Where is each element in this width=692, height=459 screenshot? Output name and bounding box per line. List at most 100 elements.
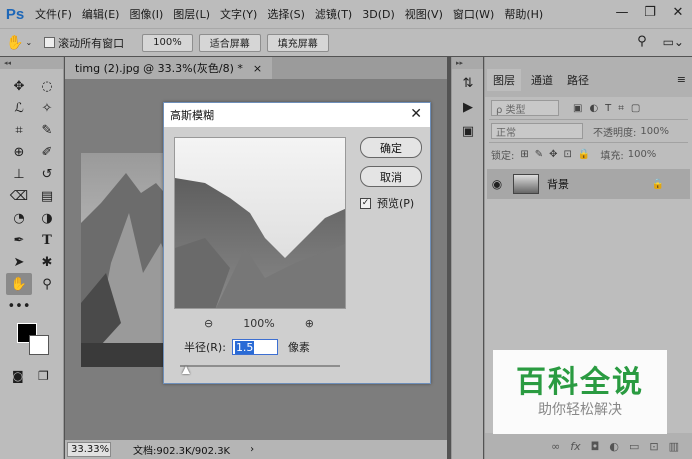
status-bar: 33.33% 文档:902.3K/902.3K ›: [65, 440, 447, 459]
crop-tool-icon[interactable]: ⌗: [6, 119, 32, 141]
link-icon[interactable]: ∞: [551, 440, 560, 453]
document-tab[interactable]: timg (2).jpg @ 33.3%(灰色/8) * ×: [65, 57, 273, 79]
eye-icon[interactable]: ◉: [487, 177, 507, 191]
properties-panel-icon[interactable]: ▣: [452, 121, 484, 141]
minimize-button[interactable]: —: [608, 0, 636, 24]
dodge-tool-icon[interactable]: ◑: [34, 207, 60, 229]
quick-mask-icon[interactable]: ◙: [12, 369, 24, 383]
move-tool-icon[interactable]: ✥: [6, 75, 32, 97]
menu-view[interactable]: 视图(V): [400, 6, 448, 22]
tab-layers[interactable]: 图层: [487, 69, 521, 91]
search-icon[interactable]: ⚲: [637, 34, 647, 49]
menu-image[interactable]: 图像(I): [124, 6, 168, 22]
zoom-tool-icon[interactable]: ⚲: [34, 273, 60, 295]
group-icon[interactable]: ▭: [629, 440, 639, 453]
lock-label: 锁定:: [491, 150, 515, 162]
workspace-icon[interactable]: ▭⌄: [663, 35, 684, 49]
marquee-tool-icon[interactable]: ◌: [34, 75, 60, 97]
radius-label: 半径(R):: [184, 341, 226, 354]
opacity-value[interactable]: 100%: [640, 126, 669, 137]
tab-channels[interactable]: 通道: [525, 69, 559, 91]
menu-file[interactable]: 文件(F): [30, 6, 77, 22]
preview-checkbox[interactable]: ✓: [360, 197, 371, 209]
eyedropper-tool-icon[interactable]: ✎: [34, 119, 60, 141]
menu-edit[interactable]: 编辑(E): [77, 6, 125, 22]
actions-play-icon[interactable]: ▶: [452, 97, 484, 117]
menu-3d[interactable]: 3D(D): [357, 8, 400, 21]
radius-input[interactable]: 1.5: [231, 339, 278, 355]
dialog-title-bar: 高斯模糊 ✕: [164, 103, 430, 127]
history-panel-icon[interactable]: ⇅: [452, 73, 484, 93]
menu-layer[interactable]: 图层(L): [168, 6, 215, 22]
blur-preview[interactable]: [174, 137, 346, 309]
zoom-out-icon[interactable]: ⊖: [204, 317, 213, 330]
menu-filter[interactable]: 滤镜(T): [310, 6, 357, 22]
zoom-in-icon[interactable]: ⊕: [305, 317, 314, 330]
close-icon[interactable]: ×: [253, 62, 262, 75]
hand-icon[interactable]: ✋: [6, 35, 23, 51]
close-icon[interactable]: ✕: [410, 106, 422, 122]
background-color[interactable]: [29, 335, 49, 355]
collapsed-panels-header: ▸▸: [452, 57, 483, 69]
new-layer-icon[interactable]: ⊡: [649, 440, 658, 453]
brush-tool-icon[interactable]: ✐: [34, 141, 60, 163]
radius-slider-track[interactable]: [180, 365, 340, 367]
screen-mode-icon[interactable]: ❐: [38, 369, 49, 383]
history-brush-tool-icon[interactable]: ↺: [34, 163, 60, 185]
zoom-100-button[interactable]: 100%: [142, 33, 193, 52]
close-button[interactable]: ✕: [664, 0, 692, 24]
radius-value: 1.5: [234, 340, 255, 354]
lock-row: 锁定: ⊞✎✥⊡🔒 填充: 100%: [485, 143, 692, 165]
document-tab-bar: timg (2).jpg @ 33.3%(灰色/8) * ×: [65, 57, 447, 79]
type-tool-icon[interactable]: T: [34, 229, 60, 251]
trash-icon[interactable]: ▥: [669, 440, 679, 453]
scroll-all-checkbox[interactable]: [44, 37, 56, 48]
fill-value[interactable]: 100%: [628, 149, 657, 160]
healing-brush-tool-icon[interactable]: ⊕: [6, 141, 32, 163]
menu-window[interactable]: 窗口(W): [448, 6, 499, 22]
layers-panel-tabs: 图层 通道 路径 ≡: [485, 57, 692, 97]
blur-tool-icon[interactable]: ◔: [6, 207, 32, 229]
radius-slider-thumb[interactable]: [182, 366, 191, 374]
fit-screen-button[interactable]: 适合屏幕: [198, 33, 261, 52]
restore-button[interactable]: ❐: [636, 0, 664, 24]
lock-icon: 🔒: [651, 178, 664, 190]
hand-tool-icon[interactable]: ✋: [6, 273, 32, 295]
more-tools-icon[interactable]: •••: [6, 295, 32, 317]
layer-name: 背景: [547, 178, 569, 191]
lock-options-icons[interactable]: ⊞✎✥⊡🔒: [520, 149, 596, 160]
layer-row[interactable]: ◉ 背景 🔒: [487, 169, 690, 199]
tab-paths[interactable]: 路径: [561, 69, 595, 91]
fx-icon[interactable]: fx: [570, 440, 580, 453]
eraser-tool-icon[interactable]: ⌫: [6, 185, 32, 207]
cancel-button[interactable]: 取消: [360, 166, 422, 187]
status-doc-size: 文档:902.3K/902.3K: [133, 446, 231, 457]
fill-screen-button[interactable]: 填充屏幕: [266, 33, 329, 52]
stamp-tool-icon[interactable]: ⊥: [6, 163, 32, 185]
gradient-tool-icon[interactable]: ▤: [34, 185, 60, 207]
chevron-down-icon[interactable]: ⌄: [25, 38, 32, 47]
menu-type[interactable]: 文字(Y): [215, 6, 262, 22]
layer-filter-row: ρ 类型 ▣◐T⌗▢: [485, 97, 692, 119]
panel-menu-icon[interactable]: ≡: [677, 73, 686, 86]
color-swatches[interactable]: [17, 323, 57, 363]
status-arrow[interactable]: ›: [250, 444, 254, 455]
shape-tool-icon[interactable]: ✱: [34, 251, 60, 273]
path-select-tool-icon[interactable]: ➤: [6, 251, 32, 273]
pen-tool-icon[interactable]: ✒: [6, 229, 32, 251]
status-zoom[interactable]: 33.33%: [67, 442, 111, 457]
window-controls: — ❐ ✕: [608, 0, 692, 28]
layer-filter-select[interactable]: ρ 类型: [491, 100, 559, 116]
preview-checkbox-row[interactable]: ✓ 预览(P): [360, 195, 414, 211]
menu-select[interactable]: 选择(S): [262, 6, 310, 22]
collapsed-panels: ▸▸ ⇅ ▶ ▣: [451, 57, 483, 459]
blend-mode-select[interactable]: 正常: [491, 123, 583, 139]
filter-icons[interactable]: ▣◐T⌗▢: [573, 103, 647, 114]
adjustment-icon[interactable]: ◐: [609, 440, 619, 453]
magic-wand-tool-icon[interactable]: ✧: [34, 97, 60, 119]
lasso-tool-icon[interactable]: ℒ: [6, 97, 32, 119]
ok-button[interactable]: 确定: [360, 137, 422, 158]
mask-icon[interactable]: ◘: [591, 440, 600, 453]
tools-panel: ◂◂ ✥ ◌ ℒ ✧ ⌗ ✎ ⊕ ✐ ⊥ ↺ ⌫ ▤ ◔ ◑ ✒ T ➤ ✱ ✋…: [0, 57, 64, 459]
menu-help[interactable]: 帮助(H): [499, 6, 548, 22]
